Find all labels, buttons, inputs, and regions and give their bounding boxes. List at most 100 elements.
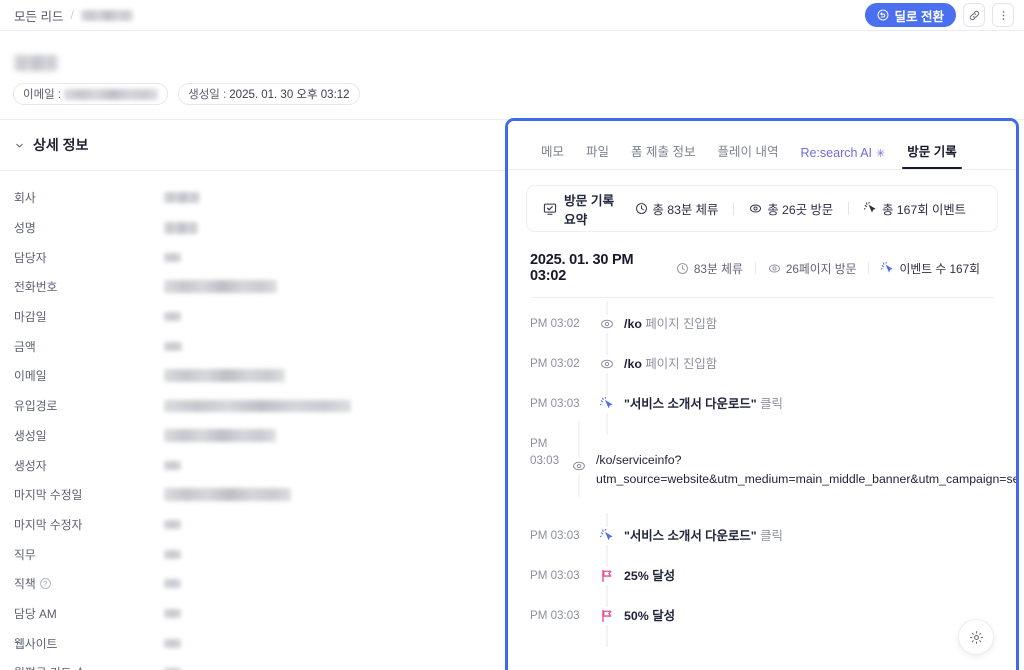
detail-field-row: 생성일	[0, 421, 505, 451]
detail-field-row: 직무	[0, 539, 505, 569]
copy-link-button[interactable]	[963, 3, 985, 27]
timeline-event-text: 50% 달성	[624, 607, 998, 626]
timeline-event-time: PM 03:03	[530, 569, 580, 582]
timeline-event-time: PM 03:02	[530, 317, 580, 330]
detail-field-value[interactable]	[164, 579, 491, 589]
detail-field-label: 이메일	[14, 367, 164, 384]
click-icon	[864, 202, 877, 215]
tab-item-2[interactable]: 폼 제출 정보	[620, 141, 706, 169]
detail-field-value[interactable]	[164, 428, 491, 442]
timeline-event-target: "서비스 소개서 다운로드"	[624, 529, 757, 543]
top-bar-actions: 딜로 전환	[864, 3, 1014, 27]
detail-field-value[interactable]	[164, 280, 491, 294]
detail-field-value[interactable]	[164, 519, 491, 529]
detail-field-label-text: 생성자	[14, 458, 47, 473]
timeline-event-row: PM 03:02 /ko 페이지 진입함	[526, 341, 998, 395]
timeline-event-row: PM 03:03 /ko/serviceinfo? utm_source=webs…	[526, 421, 1016, 520]
detail-field-value[interactable]	[164, 549, 491, 559]
eye-icon	[600, 317, 614, 331]
detail-field-value[interactable]	[164, 460, 491, 470]
visit-record-panel: 메모 파일 폼 제출 정보 플레이 내역 Re:search AI ✳ 방문 기록 방문 기…	[505, 118, 1019, 670]
detail-field-value[interactable]	[164, 221, 491, 234]
redacted-value	[164, 638, 181, 648]
detail-field-value[interactable]	[164, 192, 491, 204]
detail-info-header[interactable]: 상세 정보	[0, 120, 505, 171]
breadcrumb-root[interactable]: 모든 리드	[14, 6, 63, 25]
timeline-event-url-line1[interactable]: /ko/serviceinfo?	[596, 451, 1016, 470]
lead-detail-page: 모든 리드 / 딜로 전환 이메일: 생성일: 2025. 01. 30 오…	[0, 0, 1024, 670]
link-icon	[968, 9, 981, 22]
detail-field-value[interactable]	[164, 312, 491, 322]
detail-field-label-text: 월평균 리드 수	[14, 664, 86, 670]
detail-field-label: 직책?	[14, 575, 164, 592]
timeline-event-text: "서비스 소개서 다운로드" 클릭	[624, 527, 998, 546]
detail-field-row: 회사	[0, 183, 505, 213]
detail-field-label-text: 이메일	[14, 369, 47, 384]
tab-label: Re:search AI	[800, 146, 873, 160]
session-stat: 26페이지 방문	[756, 260, 869, 277]
timeline-event-url-line2[interactable]: utm_source=website&utm_medium=main_middl…	[596, 470, 1016, 489]
tab-item-1[interactable]: 파일	[575, 141, 620, 169]
timeline-event-row: PM 03:03 "서비스 소개서 다운로드" 클릭	[526, 513, 998, 567]
tab-item-0[interactable]: 메모	[530, 141, 575, 169]
click-icon	[600, 397, 614, 411]
redacted-value	[164, 608, 181, 618]
click-icon	[881, 261, 894, 275]
detail-field-value[interactable]	[164, 399, 491, 412]
eye-icon	[749, 202, 762, 215]
lead-meta-chips: 이메일 : 생성일 : 2025. 01. 30 오후 03:12	[13, 83, 360, 105]
detail-field-value[interactable]	[164, 341, 491, 351]
help-icon[interactable]: ?	[39, 578, 51, 590]
detail-field-row: 웹사이트	[0, 628, 505, 658]
chip-email-value-redacted	[64, 88, 159, 100]
detail-field-value[interactable]	[164, 252, 491, 262]
detail-field-value[interactable]	[164, 488, 491, 502]
detail-field-label-text: 금액	[14, 339, 36, 354]
visit-summary-card: 방문 기록 요약 총 83분 체류 총 26곳 방문 총 167회 이벤트	[526, 185, 998, 232]
redacted-value	[164, 399, 351, 412]
detail-field-label-text: 담당자	[14, 250, 47, 265]
click-icon	[600, 529, 614, 543]
redacted-value	[164, 369, 285, 383]
convert-to-deal-button[interactable]: 딜로 전환	[864, 3, 956, 27]
detail-field-value[interactable]	[164, 638, 491, 648]
timeline-icon-column	[590, 341, 624, 395]
tab-label: 파일	[586, 145, 610, 159]
detail-field-row: 마지막 수정일	[0, 480, 505, 510]
session-stat-text: 이벤트 수 167회	[899, 261, 980, 276]
detail-field-label: 생성일	[14, 427, 164, 444]
detail-field-row: 담당자	[0, 242, 505, 272]
timeline-event-text: /ko 페이지 진입함	[624, 315, 998, 334]
tab-item-4[interactable]: Re:search AI ✳	[789, 146, 896, 169]
timeline-event-target: 50% 달성	[624, 609, 676, 623]
eye-icon	[600, 357, 614, 371]
timeline-event-icon-wrap	[598, 395, 616, 413]
timeline-event-icon-wrap	[598, 315, 616, 333]
tab-item-3[interactable]: 플레이 내역	[706, 141, 789, 169]
more-options-button[interactable]	[992, 3, 1014, 27]
detail-field-value[interactable]	[164, 608, 491, 618]
timeline-event-suffix: 페이지 진입함	[641, 357, 718, 371]
visit-session-stats: 83분 체류 26페이지 방문 이벤트 수 167회	[664, 260, 992, 277]
tab-visit-record-active[interactable]: 방문 기록	[896, 141, 967, 169]
timeline-event-icon-wrap	[598, 607, 616, 625]
detail-field-label: 직무	[14, 546, 164, 563]
flag-icon	[600, 569, 614, 583]
tab-label: 방문 기록	[907, 145, 957, 159]
detail-field-label: 월평균 리드 수	[14, 664, 164, 670]
timeline-icon-column	[590, 593, 624, 647]
session-stat: 이벤트 수 167회	[869, 260, 992, 277]
eye-icon	[768, 262, 781, 275]
timeline-event-icon-wrap	[598, 355, 616, 373]
summary-stat: 총 83분 체류	[620, 200, 734, 218]
clock-icon	[676, 262, 689, 275]
visit-session-header: 2025. 01. 30 PM 03:02 83분 체류 26페이지 방문 이벤…	[526, 252, 998, 284]
detail-field-value[interactable]	[164, 369, 491, 383]
chip-created-value: 2025. 01. 30 오후 03:12	[229, 89, 350, 101]
timeline-event-icon-wrap	[598, 567, 616, 585]
timeline-event-suffix: 클릭	[756, 397, 783, 411]
chevron-down-icon	[14, 140, 25, 151]
timeline-event-suffix: 페이지 진입함	[641, 317, 718, 331]
settings-fab-button[interactable]	[958, 619, 994, 655]
timeline-event-time: PM 03:03	[530, 529, 580, 542]
